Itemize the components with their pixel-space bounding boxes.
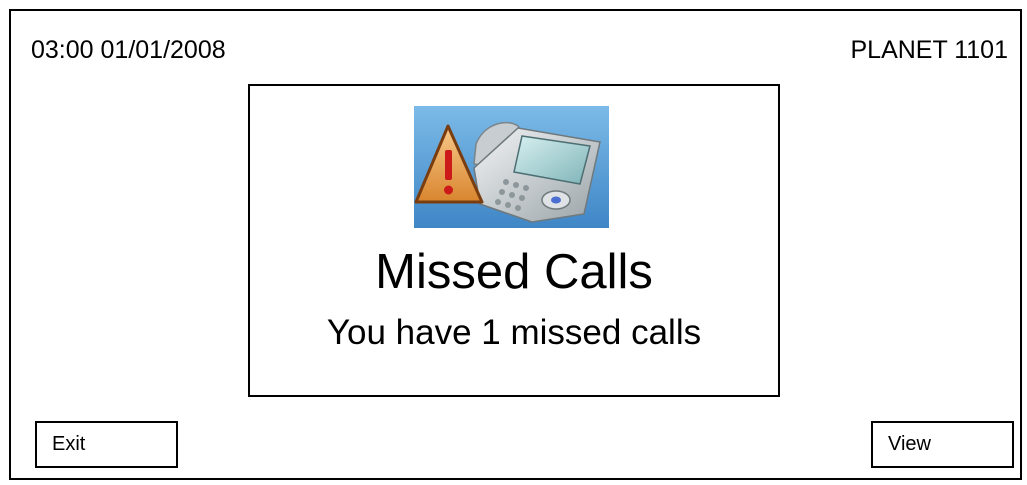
phone-screen: 03:00 01/01/2008 PLANET 1101 Missed Call… bbox=[9, 9, 1022, 480]
datetime-display: 03:00 01/01/2008 bbox=[31, 36, 226, 64]
missed-calls-dialog: Missed Calls You have 1 missed calls bbox=[248, 84, 780, 397]
missed-call-warning-phone-icon bbox=[414, 106, 609, 228]
dialog-message: You have 1 missed calls bbox=[326, 313, 702, 352]
model-name: PLANET 1101 bbox=[850, 36, 1008, 64]
dialog-title: Missed Calls bbox=[375, 245, 653, 299]
exit-softkey[interactable]: Exit bbox=[35, 421, 178, 468]
view-softkey[interactable]: View bbox=[871, 421, 1014, 468]
